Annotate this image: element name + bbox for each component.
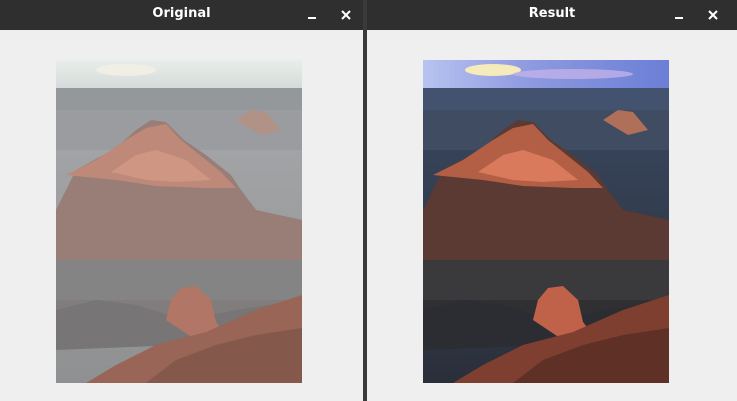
original-titlebar[interactable]: Original: [0, 0, 363, 30]
result-window: Result: [367, 0, 737, 401]
close-button[interactable]: [337, 6, 355, 24]
close-icon: [341, 10, 351, 20]
original-window: Original: [0, 0, 363, 401]
close-button[interactable]: [704, 6, 722, 24]
original-image: [56, 60, 302, 383]
close-icon: [708, 10, 718, 20]
result-image: [423, 60, 669, 383]
minimize-button[interactable]: [303, 6, 321, 24]
minimize-icon: [675, 17, 683, 19]
result-titlebar[interactable]: Result: [367, 0, 737, 30]
minimize-icon: [308, 17, 316, 19]
minimize-button[interactable]: [670, 6, 688, 24]
